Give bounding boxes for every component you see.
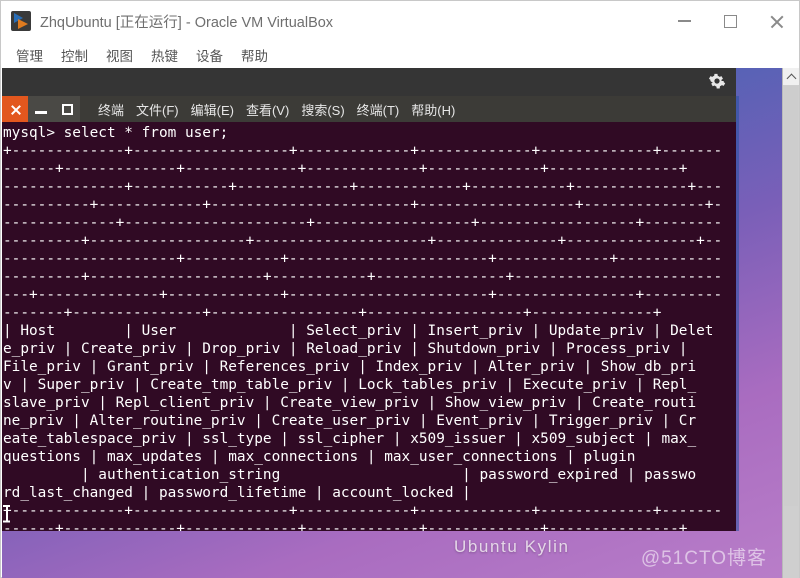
terminal-line: ----------+------------+----------------… <box>3 197 723 213</box>
terminal-window-controls <box>2 96 80 122</box>
close-icon <box>10 104 21 115</box>
terminal-menu-help[interactable]: 帮助(H) <box>405 98 461 121</box>
terminal-edge-strip <box>736 96 739 531</box>
terminal-menu-search[interactable]: 搜索(S) <box>295 98 350 121</box>
text-cursor-ibeam-icon <box>3 505 10 522</box>
terminal-line: ne_priv | Alter_routine_priv | Create_us… <box>3 413 697 429</box>
terminal-output-area[interactable]: mysql> select * from user; +-------------… <box>2 122 736 531</box>
menu-item-manage[interactable]: 管理 <box>7 42 52 68</box>
virtualbox-window: ZhqUbuntu [正在运行] - Oracle VM VirtualBox … <box>0 0 800 578</box>
window-controls <box>661 1 799 41</box>
terminal-line: ------+-------------+-------------+-----… <box>3 521 688 531</box>
terminal-menu-view[interactable]: 查看(V) <box>240 98 295 121</box>
scrollbar-thumb[interactable] <box>784 86 798 506</box>
maximize-icon <box>723 14 737 28</box>
terminal-line: +-------------+------------------+------… <box>3 143 723 159</box>
terminal-line: eate_tablespace_priv | ssl_type | ssl_ci… <box>3 431 697 447</box>
screenshot-root: ZhqUbuntu [正在运行] - Oracle VM VirtualBox … <box>0 0 800 578</box>
terminal-menu-terminal-label[interactable]: 终端 <box>92 98 130 121</box>
virtualbox-menubar: 管理 控制 视图 热键 设备 帮助 <box>1 41 799 68</box>
terminal-line: --------------------+-----------+-------… <box>3 251 723 267</box>
terminal-menu-edit[interactable]: 编辑(E) <box>185 98 240 121</box>
terminal-window: 终端 文件(F) 编辑(E) 查看(V) 搜索(S) 终端(T) 帮助(H) m… <box>2 96 736 531</box>
scrollbar-up-button[interactable] <box>783 68 799 85</box>
virtualbox-titlebar: ZhqUbuntu [正在运行] - Oracle VM VirtualBox <box>1 1 799 41</box>
terminal-close-button[interactable] <box>2 96 28 122</box>
terminal-menubar: 终端 文件(F) 编辑(E) 查看(V) 搜索(S) 终端(T) 帮助(H) <box>92 98 461 121</box>
close-button[interactable] <box>753 1 799 41</box>
window-title: ZhqUbuntu [正在运行] - Oracle VM VirtualBox <box>40 14 334 31</box>
menu-item-devices[interactable]: 设备 <box>187 42 232 68</box>
virtualbox-title-group: ZhqUbuntu [正在运行] - Oracle VM VirtualBox <box>1 11 661 32</box>
ubuntu-top-panel <box>2 68 736 96</box>
terminal-maximize-button[interactable] <box>54 96 80 122</box>
close-icon <box>769 14 784 29</box>
virtualbox-icon <box>11 11 31 31</box>
menu-item-help[interactable]: 帮助 <box>232 42 277 68</box>
terminal-line: questions | max_updates | max_connection… <box>3 449 636 465</box>
terminal-line: ---+--------------+-------------+-------… <box>3 287 723 303</box>
terminal-line: mysql> select * from user; <box>3 125 229 141</box>
terminal-line: slave_priv | Repl_client_priv | Create_v… <box>3 395 697 411</box>
terminal-line: ---------+------------------+-----------… <box>3 233 723 249</box>
maximize-button[interactable] <box>707 1 753 41</box>
minimize-icon <box>677 20 691 22</box>
menu-item-view[interactable]: 视图 <box>97 42 142 68</box>
minimize-icon <box>35 111 47 114</box>
terminal-line: v | Super_priv | Create_tmp_table_priv |… <box>3 377 697 393</box>
desktop-label: Ubuntu Kylin <box>454 537 570 556</box>
terminal-text: mysql> select * from user; +-------------… <box>3 124 736 531</box>
terminal-line: | Host | User | Select_priv | Insert_pri… <box>3 323 714 339</box>
terminal-line: rd_last_changed | password_lifetime | ac… <box>3 485 471 501</box>
terminal-line: ---------+--------------------+---------… <box>3 269 723 285</box>
terminal-line: -------------+---------------------+----… <box>3 215 723 231</box>
terminal-line: File_priv | Grant_priv | References_priv… <box>3 359 697 375</box>
terminal-menu-terminal[interactable]: 终端(T) <box>351 98 406 121</box>
menu-item-control[interactable]: 控制 <box>52 42 97 68</box>
panel-tray[interactable] <box>706 71 730 93</box>
terminal-menu-file[interactable]: 文件(F) <box>130 98 185 121</box>
guest-screen: 终端 文件(F) 编辑(E) 查看(V) 搜索(S) 终端(T) 帮助(H) m… <box>2 68 799 578</box>
terminal-line: | authentication_string | password_expir… <box>3 467 697 483</box>
gear-icon[interactable] <box>708 72 726 90</box>
terminal-line: --------------+-----------+-------------… <box>3 179 723 195</box>
terminal-line: ------+-------------+-------------+-----… <box>3 161 688 177</box>
guest-scrollbar[interactable] <box>782 68 799 578</box>
watermark: @51CTO博客 <box>640 548 767 569</box>
terminal-line: e_priv | Create_priv | Drop_priv | Reloa… <box>3 341 688 357</box>
terminal-line: +-------------+------------------+------… <box>3 503 723 519</box>
minimize-button[interactable] <box>661 1 707 41</box>
chevron-up-icon <box>786 73 796 83</box>
terminal-minimize-button[interactable] <box>28 96 54 122</box>
maximize-icon <box>61 103 73 115</box>
terminal-titlebar: 终端 文件(F) 编辑(E) 查看(V) 搜索(S) 终端(T) 帮助(H) <box>2 96 736 122</box>
menu-item-hotkey[interactable]: 热键 <box>142 42 187 68</box>
terminal-line: -------+---------------+----------------… <box>3 305 662 321</box>
